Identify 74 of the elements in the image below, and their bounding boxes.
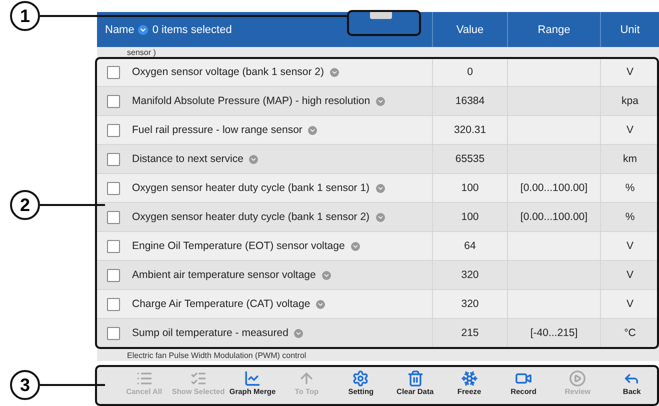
dropdown-icon[interactable] [138, 24, 148, 34]
table-cell: 16384 [455, 95, 485, 107]
line-chart-icon [244, 370, 261, 387]
table-cell: 0 [467, 66, 473, 78]
table-cell: V [626, 298, 634, 310]
table-cell: 65535 [455, 153, 485, 165]
checkbox[interactable] [107, 268, 120, 282]
table-cell: km [623, 153, 637, 165]
table-cell: % [625, 182, 635, 194]
table-cell: [0.00...100.00] [520, 211, 588, 223]
parameter-name: Charge Air Temperature (CAT) voltage [132, 298, 310, 310]
column-header[interactable]: Value [456, 24, 484, 36]
snowflake-icon [460, 370, 478, 387]
table-cell: 320.31 [454, 124, 486, 136]
selection-count: 0 items selected [152, 24, 232, 36]
parameter-name: Engine Oil Temperature (EOT) sensor voltage [132, 240, 345, 252]
dropdown-icon[interactable] [350, 242, 360, 250]
table-cell: Electric fan Pulse Width Modulation (PWM) control [97, 348, 659, 361]
table-cell: 100 [461, 182, 479, 194]
table-cell: V [626, 269, 634, 281]
dropdown-icon[interactable] [308, 126, 318, 134]
checkbox[interactable] [107, 66, 120, 78]
trash-icon [406, 370, 424, 387]
table-cell: kpa [622, 95, 638, 107]
checkbox[interactable] [107, 298, 120, 310]
column-header[interactable]: Range [538, 24, 570, 36]
dropdown-icon[interactable] [376, 212, 385, 222]
table-cell: 320 [461, 298, 479, 310]
table-cell: V [626, 66, 634, 78]
leader-line [40, 384, 105, 386]
checkbox[interactable] [107, 240, 120, 252]
table-cell: °C [624, 327, 636, 339]
table-cell: sensor ) [97, 47, 659, 58]
table-cell: 64 [464, 240, 476, 252]
dropdown-icon[interactable] [376, 96, 386, 106]
leader-line [40, 204, 105, 206]
play-icon [569, 370, 586, 387]
checklist-icon [190, 370, 207, 387]
table-cell: [0.00...100.00] [520, 182, 588, 194]
checkbox[interactable] [107, 210, 120, 224]
dropdown-icon[interactable] [294, 328, 304, 338]
column-header[interactable]: Unit [620, 24, 640, 36]
dropdown-icon[interactable] [330, 68, 340, 76]
parameter-name: Ambient air temperature sensor voltage [132, 269, 316, 281]
column-header[interactable]: Name [105, 24, 134, 36]
checkbox[interactable] [107, 152, 120, 166]
callout-number: 2 [10, 190, 40, 220]
dropdown-icon[interactable] [376, 184, 385, 192]
table-cell: V [626, 124, 634, 136]
parameter-name: Fuel rail pressure - low range sensor [132, 124, 302, 136]
table-cell: V [626, 240, 634, 252]
settings-icon [352, 370, 370, 387]
callout-number: 1 [10, 1, 40, 31]
checkbox[interactable] [107, 326, 120, 340]
checkbox[interactable] [107, 94, 120, 108]
dropdown-icon[interactable] [322, 270, 331, 280]
table-cell: 100 [461, 211, 479, 223]
parameter-name: Oxygen sensor heater duty cycle (bank 1 sensor 1) [132, 182, 370, 194]
dropdown-icon[interactable] [316, 300, 326, 308]
parameter-name: Distance to next service [132, 153, 244, 165]
checkbox[interactable] [107, 182, 120, 194]
table-cell: 320 [461, 269, 479, 281]
drag-handle[interactable] [370, 12, 392, 19]
dropdown-icon[interactable] [249, 154, 258, 164]
list-icon [136, 370, 153, 387]
parameter-name: Oxygen sensor heater duty cycle (bank 1 sensor 2) [132, 211, 370, 223]
table-cell: 215 [461, 327, 479, 339]
parameter-name: Manifold Absolute Pressure (MAP) - high resolution [132, 95, 370, 107]
table-cell: % [625, 211, 635, 223]
parameter-name: Oxygen sensor voltage (bank 1 sensor 2) [132, 66, 324, 78]
checkbox[interactable] [107, 124, 120, 136]
callout-number: 3 [10, 370, 40, 400]
parameter-name: Sump oil temperature - measured [132, 327, 288, 339]
table-cell: [-40...215] [530, 327, 578, 339]
